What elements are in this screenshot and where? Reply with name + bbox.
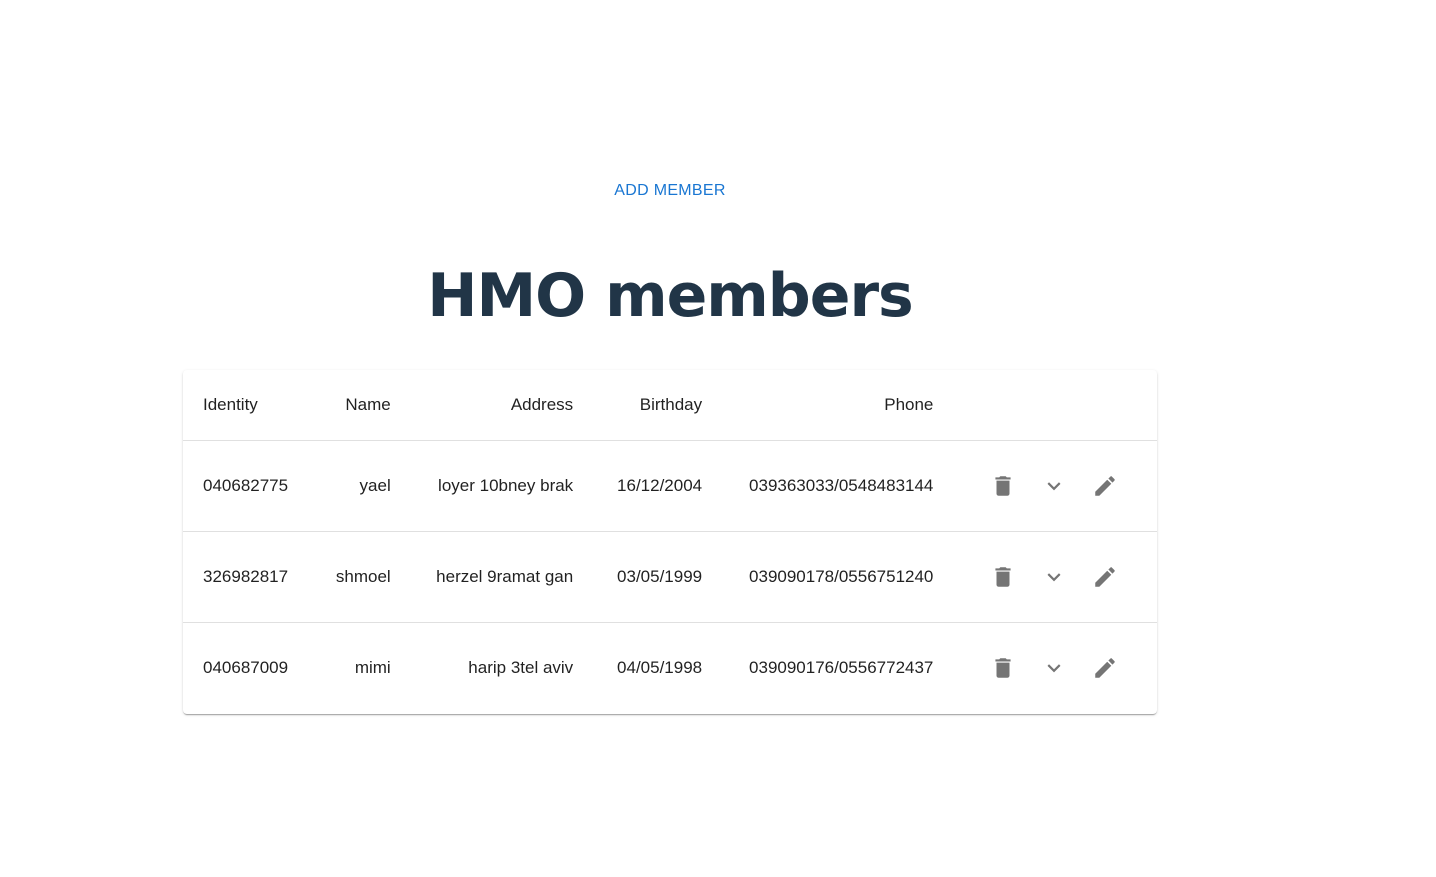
- header-address: Address: [510, 394, 574, 414]
- cell-address: harip 3tel aviv: [468, 657, 574, 677]
- cell-address: herzel 9ramat gan: [436, 566, 574, 586]
- expand-more-icon: [1047, 481, 1061, 490]
- cell-birthday: 16/12/2004: [617, 475, 703, 495]
- members-table: Identity Name Address Birthday Phone 040…: [183, 370, 1157, 714]
- cell-phone: 039363033/0548483144: [749, 475, 934, 495]
- cell-birthday: 03/05/1999: [617, 566, 703, 586]
- cell-actions: [953, 531, 1157, 622]
- delete-button[interactable]: [983, 648, 1023, 688]
- cell-name: mimi: [354, 657, 391, 677]
- page-title: HMO members: [427, 261, 914, 331]
- header-actions: [953, 370, 1157, 440]
- table-row: 040687009 mimi harip 3tel aviv 04/05/199…: [183, 622, 1157, 713]
- cell-birthday: 04/05/1998: [617, 657, 703, 677]
- expand-more-icon: [1047, 572, 1061, 581]
- edit-button[interactable]: [1085, 557, 1125, 597]
- edit-button[interactable]: [1085, 466, 1125, 506]
- edit-icon: [1095, 657, 1115, 678]
- expand-more-icon: [1047, 664, 1061, 673]
- edit-icon: [1095, 475, 1115, 496]
- cell-phone: 039090178/0556751240: [749, 566, 934, 586]
- expand-button[interactable]: [1034, 557, 1074, 597]
- expand-button[interactable]: [1034, 466, 1074, 506]
- cell-identity: 040682775: [203, 475, 289, 495]
- table-row: 040682775 yael loyer 10bney brak 16/12/2…: [183, 440, 1157, 531]
- delete-icon: [995, 566, 1011, 587]
- add-member-button[interactable]: ADD MEMBER: [600, 175, 740, 207]
- expand-button[interactable]: [1034, 648, 1074, 688]
- cell-identity: 040687009: [203, 657, 289, 677]
- delete-icon: [995, 658, 1011, 678]
- cell-name: shmoel: [335, 566, 391, 586]
- cell-address: loyer 10bney brak: [438, 475, 574, 495]
- delete-button[interactable]: [983, 466, 1023, 506]
- cell-actions: [953, 622, 1157, 713]
- table-header-row: Identity Name Address Birthday Phone: [183, 370, 1157, 440]
- cell-actions: [953, 440, 1157, 531]
- cell-name: yael: [359, 475, 391, 495]
- header-phone: Phone: [884, 394, 934, 414]
- header-identity: Identity: [203, 394, 258, 414]
- cell-identity: 326982817: [203, 566, 289, 586]
- header-birthday: Birthday: [639, 394, 703, 414]
- delete-icon: [995, 475, 1011, 496]
- cell-phone: 039090176/0556772437: [749, 657, 934, 677]
- table-row: 326982817 shmoel herzel 9ramat gan 03/05…: [183, 531, 1157, 622]
- edit-icon: [1095, 566, 1115, 587]
- header-name: Name: [345, 394, 391, 414]
- edit-button[interactable]: [1085, 648, 1125, 688]
- delete-button[interactable]: [983, 557, 1023, 597]
